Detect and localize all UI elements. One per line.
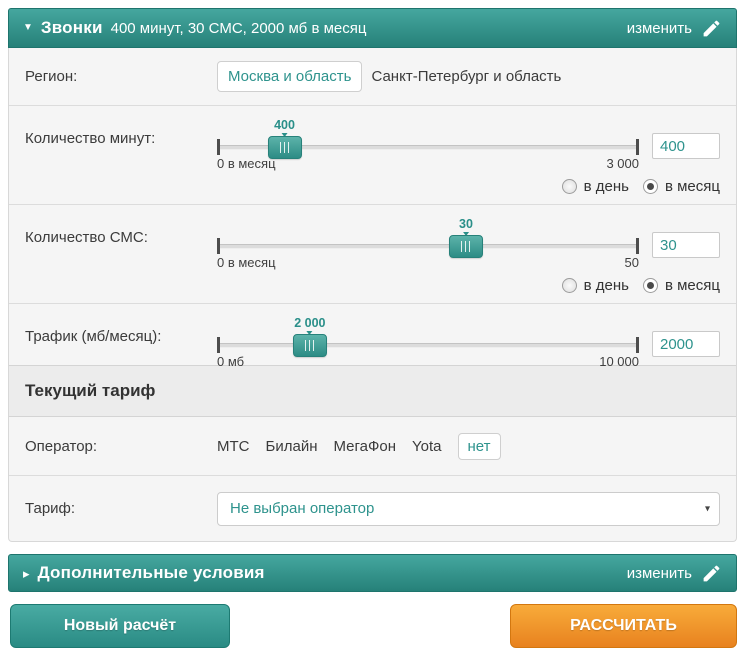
- slider-end-stop: [217, 337, 220, 353]
- slider-end-stop: [636, 139, 639, 155]
- traffic-row: Трафик (мб/месяц): 2 000 0 мб: [9, 303, 736, 365]
- pencil-icon: [701, 563, 722, 584]
- traffic-label: Трафик (мб/месяц):: [25, 316, 217, 365]
- calls-edit-button[interactable]: изменить: [627, 18, 722, 39]
- operator-option-mts[interactable]: МТС: [217, 438, 250, 455]
- region-row: Регион: Москва и область Санкт-Петербург…: [9, 48, 736, 105]
- actions-row: Новый расчёт РАССЧИТАТЬ: [8, 604, 737, 648]
- operator-option-beeline[interactable]: Билайн: [266, 438, 318, 455]
- minutes-min-label: 0 в месяц: [217, 156, 276, 171]
- traffic-slider[interactable]: 2 000 0 мб 10 000: [217, 316, 639, 372]
- minutes-row: Количество минут: 400 0 в месяц: [9, 105, 736, 204]
- minutes-label: Количество минут:: [25, 118, 217, 196]
- caret-right-icon: ▸: [23, 567, 30, 580]
- calls-section-summary: 400 минут, 30 СМС, 2000 мб в месяц: [111, 20, 367, 37]
- sms-label: Количество СМС:: [25, 217, 217, 295]
- traffic-slider-value: 2 000: [294, 316, 325, 335]
- pencil-icon: [701, 18, 722, 39]
- operator-row: Оператор: МТС Билайн МегаФон Yota нет: [9, 417, 736, 475]
- tariff-select-value: Не выбран оператор: [230, 500, 374, 517]
- slider-end-stop: [217, 238, 220, 254]
- sms-radio-day[interactable]: [562, 278, 577, 293]
- sms-row: Количество СМС: 30 0 в месяц: [9, 204, 736, 303]
- calls-edit-label: изменить: [627, 20, 692, 37]
- region-option-spb[interactable]: Санкт-Петербург и область: [371, 68, 561, 85]
- sms-min-label: 0 в месяц: [217, 255, 276, 270]
- traffic-max-label: 10 000: [599, 354, 639, 369]
- dropdown-arrow-icon: ▾: [705, 503, 710, 514]
- slider-end-stop: [636, 238, 639, 254]
- extra-edit-button[interactable]: изменить: [627, 563, 722, 584]
- calls-section-header[interactable]: ▼ Звонки 400 минут, 30 СМС, 2000 мб в ме…: [8, 8, 737, 48]
- extra-section-header[interactable]: ▸ Дополнительные условия изменить: [8, 554, 737, 592]
- operator-option-yota[interactable]: Yota: [412, 438, 441, 455]
- minutes-radio-month-label[interactable]: в месяц: [665, 178, 720, 195]
- minutes-radio-day[interactable]: [562, 179, 577, 194]
- sms-radio-day-label[interactable]: в день: [584, 277, 629, 294]
- new-calculation-button[interactable]: Новый расчёт: [10, 604, 230, 648]
- calculate-button[interactable]: РАССЧИТАТЬ: [510, 604, 737, 648]
- current-tariff-heading: Текущий тариф: [9, 365, 736, 417]
- slider-end-stop: [217, 139, 220, 155]
- extra-section-title: Дополнительные условия: [38, 563, 265, 583]
- slider-end-stop: [636, 337, 639, 353]
- region-label: Регион:: [25, 68, 217, 85]
- traffic-slider-track[interactable]: [219, 343, 637, 348]
- traffic-input[interactable]: [652, 331, 720, 357]
- traffic-min-label: 0 мб: [217, 354, 244, 369]
- extra-edit-label: изменить: [627, 565, 692, 582]
- operator-option-megafon[interactable]: МегаФон: [333, 438, 396, 455]
- minutes-radio-month[interactable]: [643, 179, 658, 194]
- tariff-select[interactable]: Не выбран оператор ▾: [217, 492, 720, 526]
- sms-max-label: 50: [625, 255, 639, 270]
- caret-down-icon: ▼: [23, 23, 33, 33]
- minutes-slider[interactable]: 400 0 в месяц 3 000: [217, 118, 639, 174]
- tariff-label: Тариф:: [25, 500, 217, 517]
- calls-panel: Регион: Москва и область Санкт-Петербург…: [8, 48, 737, 542]
- tariff-calculator: ▼ Звонки 400 минут, 30 СМС, 2000 мб в ме…: [0, 0, 745, 656]
- operator-label: Оператор:: [25, 438, 217, 455]
- sms-slider-value: 30: [459, 217, 473, 236]
- calls-section-title: Звонки: [41, 18, 103, 38]
- minutes-slider-value: 400: [274, 118, 295, 137]
- region-option-moscow[interactable]: Москва и область: [217, 61, 362, 92]
- sms-radio-month-label[interactable]: в месяц: [665, 277, 720, 294]
- sms-slider[interactable]: 30 0 в месяц 50: [217, 217, 639, 273]
- minutes-max-label: 3 000: [606, 156, 639, 171]
- minutes-input[interactable]: [652, 133, 720, 159]
- tariff-row: Тариф: Не выбран оператор ▾: [9, 475, 736, 541]
- sms-radio-month[interactable]: [643, 278, 658, 293]
- sms-input[interactable]: [652, 232, 720, 258]
- sms-slider-track[interactable]: [219, 244, 637, 249]
- minutes-radio-day-label[interactable]: в день: [584, 178, 629, 195]
- operator-option-none[interactable]: нет: [458, 433, 501, 460]
